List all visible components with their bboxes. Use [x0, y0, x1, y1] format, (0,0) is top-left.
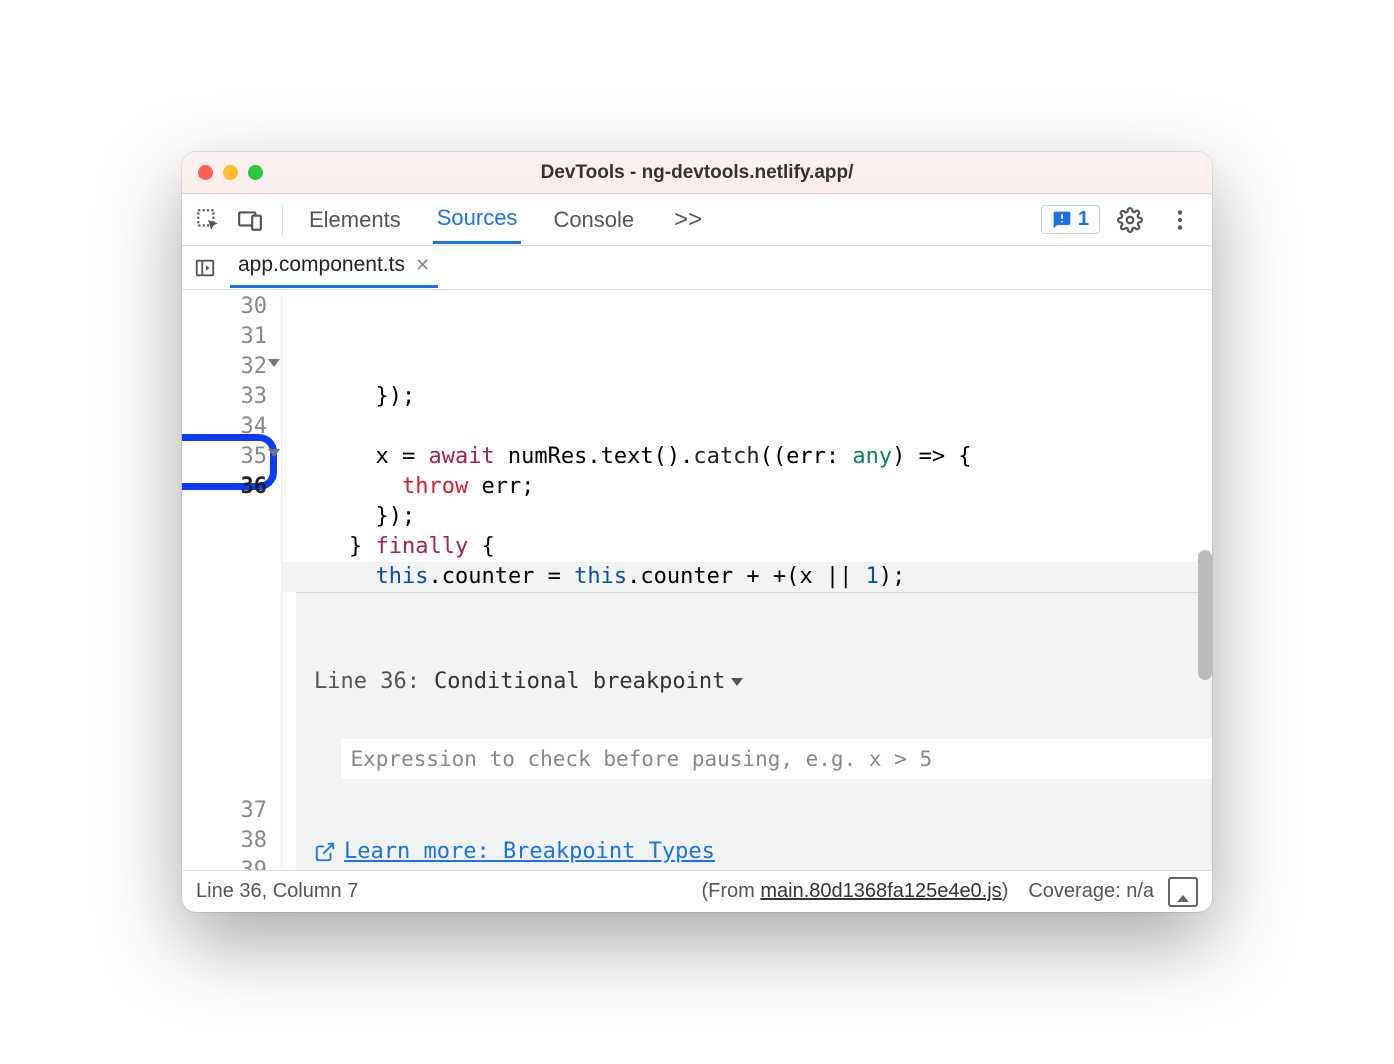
issues-badge[interactable]: 1: [1041, 205, 1100, 234]
devtools-window: DevTools - ng-devtools.netlify.app/ Elem…: [182, 152, 1212, 912]
minimize-window-button[interactable]: [223, 165, 238, 180]
close-icon[interactable]: ✕: [415, 255, 430, 276]
fold-icon[interactable]: [268, 359, 280, 367]
file-tab-bar: app.component.ts ✕: [182, 246, 1212, 290]
line-number[interactable]: 34: [182, 412, 267, 442]
editor[interactable]: 3031323334353637383940 }); x = await num…: [182, 290, 1212, 870]
code-line[interactable]: } finally {: [296, 532, 1212, 562]
drawer-toggle-icon[interactable]: [1168, 877, 1198, 907]
settings-icon[interactable]: [1110, 200, 1150, 240]
toolbar-right: 1: [1041, 200, 1206, 240]
traffic-lights: [198, 165, 263, 180]
tab-sources[interactable]: Sources: [433, 195, 522, 244]
breakpoint-panel: Line 36: Conditional breakpoint Learn mo…: [296, 592, 1212, 870]
device-toolbar-icon[interactable]: [230, 200, 270, 240]
code-line[interactable]: });: [296, 382, 1212, 412]
line-number[interactable]: 35: [182, 442, 267, 472]
source-file-link[interactable]: main.80d1368fa125e4e0.js: [760, 880, 1001, 902]
line-number[interactable]: 33: [182, 382, 267, 412]
inspect-element-icon[interactable]: [188, 200, 228, 240]
gutter[interactable]: 3031323334353637383940: [182, 290, 282, 870]
status-bar: Line 36, Column 7 (From main.80d1368fa12…: [182, 870, 1212, 912]
line-number[interactable]: 38: [182, 826, 267, 856]
line-number[interactable]: 32: [182, 352, 267, 382]
bp-line-label: Line 36:: [314, 667, 420, 697]
tabs-overflow-icon[interactable]: >>: [666, 206, 710, 234]
code-line[interactable]: throw err;: [296, 472, 1212, 502]
source-map-info[interactable]: (From main.80d1368fa125e4e0.js): [701, 880, 1008, 903]
line-number[interactable]: 36: [182, 472, 267, 502]
file-tab-name: app.component.ts: [238, 253, 405, 277]
toolbar: Elements Sources Console >> 1: [182, 194, 1212, 246]
navigator-toggle-icon[interactable]: [188, 251, 222, 285]
titlebar: DevTools - ng-devtools.netlify.app/: [182, 152, 1212, 194]
line-number[interactable]: 30: [182, 292, 267, 322]
window-title: DevTools - ng-devtools.netlify.app/: [182, 162, 1212, 184]
maximize-window-button[interactable]: [248, 165, 263, 180]
coverage-info: Coverage: n/a: [1028, 880, 1154, 903]
cursor-position: Line 36, Column 7: [196, 880, 358, 903]
fold-icon[interactable]: [268, 449, 280, 457]
code-line[interactable]: x = await numRes.text().catch((err: any)…: [296, 442, 1212, 472]
file-tab[interactable]: app.component.ts ✕: [230, 247, 438, 288]
code-line[interactable]: });: [296, 502, 1212, 532]
code-area[interactable]: }); x = await numRes.text().catch((err: …: [282, 290, 1212, 870]
line-number[interactable]: 39: [182, 856, 267, 870]
tab-console[interactable]: Console: [549, 197, 638, 243]
tab-elements[interactable]: Elements: [305, 197, 405, 243]
more-menu-icon[interactable]: [1160, 200, 1200, 240]
line-number[interactable]: 31: [182, 322, 267, 352]
issues-count: 1: [1078, 208, 1089, 231]
scrollbar-thumb[interactable]: [1198, 550, 1212, 680]
bp-type-dropdown[interactable]: Conditional breakpoint: [434, 667, 743, 697]
code-line[interactable]: this.counter = this.counter + +(x || 1);: [282, 562, 1212, 592]
divider: [282, 205, 283, 235]
close-window-button[interactable]: [198, 165, 213, 180]
bp-learn-more-link[interactable]: Learn more: Breakpoint Types: [314, 837, 1194, 867]
line-number[interactable]: 37: [182, 796, 267, 826]
code-line[interactable]: [296, 412, 1212, 442]
bp-expression-input[interactable]: [341, 739, 1213, 779]
panel-tabs: Elements Sources Console >>: [295, 195, 710, 244]
